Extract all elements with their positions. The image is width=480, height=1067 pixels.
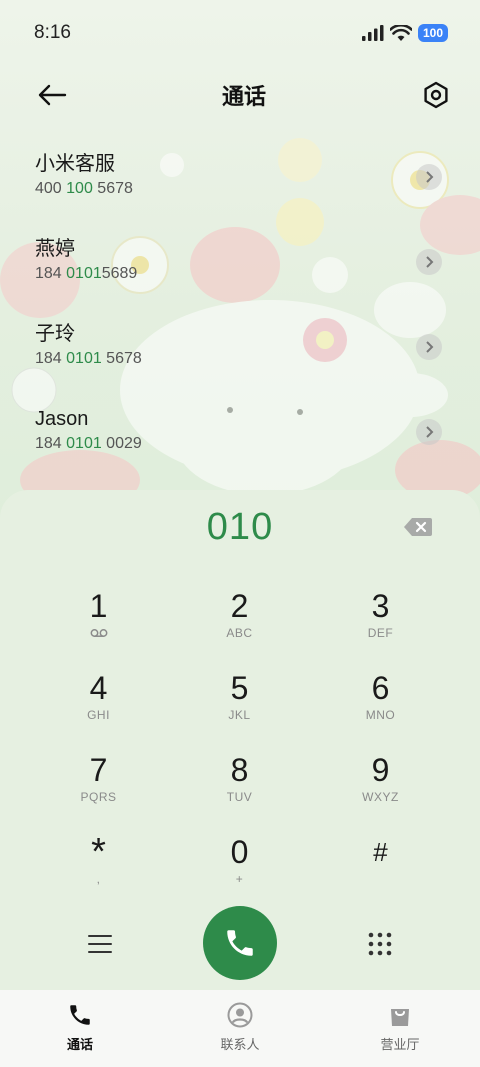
nav-item-calls[interactable]: 通话 (0, 990, 160, 1067)
dialer-panel: 010 1 2 ABC 3 DEF 4 GHI 5 JKL 6 MNO 7 PQ… (0, 490, 480, 990)
contact-suggestions: 小米客服 400 100 5678 燕婷 184 01015689 子玲 184… (0, 140, 480, 480)
nav-label: 营业厅 (380, 1037, 420, 1052)
key-0[interactable]: 0 + (169, 826, 310, 908)
status-time: 8:16 (34, 22, 71, 43)
key-digit: 8 (230, 752, 249, 788)
contact-row[interactable]: 子玲 184 0101 5678 (0, 310, 480, 395)
contact-name: 燕婷 (35, 238, 75, 260)
menu-button[interactable] (78, 922, 122, 966)
key-letters: ABC (226, 626, 253, 640)
key-4[interactable]: 4 GHI (28, 662, 169, 744)
contact-row[interactable]: 燕婷 184 01015689 (0, 225, 480, 310)
key-1[interactable]: 1 (28, 580, 169, 662)
key-letters: PQRS (80, 790, 117, 804)
chevron-right-icon (426, 426, 434, 438)
dialpad-grid-icon (368, 932, 392, 956)
key-6[interactable]: 6 MNO (310, 662, 451, 744)
contact-detail-button[interactable] (416, 334, 442, 360)
key-digit: 9 (371, 752, 390, 788)
chevron-right-icon (426, 256, 434, 268)
key-letters: WXYZ (362, 790, 399, 804)
key-star[interactable]: * , (28, 826, 169, 908)
call-button[interactable] (203, 906, 277, 980)
chevron-right-icon (426, 341, 434, 353)
key-letters: MNO (365, 708, 396, 722)
keypad-toggle-button[interactable] (358, 922, 402, 966)
key-8[interactable]: 8 TUV (169, 744, 310, 826)
battery-indicator: 100 (417, 24, 448, 42)
nav-label: 通话 (66, 1037, 93, 1052)
key-digit: 2 (230, 588, 249, 624)
key-letters: , (96, 872, 101, 886)
key-hash[interactable]: # (310, 826, 451, 908)
hamburger-menu-icon (88, 935, 112, 953)
key-letters: DEF (367, 626, 394, 640)
keypad: 1 2 ABC 3 DEF 4 GHI 5 JKL 6 MNO 7 PQRS 8… (28, 580, 452, 908)
status-bar: 8:16 100 (0, 0, 480, 66)
bag-icon (391, 1009, 409, 1026)
person-icon (227, 1002, 253, 1028)
contact-detail-button[interactable] (416, 164, 442, 190)
contact-number: 184 0101 0029 (35, 435, 142, 452)
page-title: 通话 (221, 84, 266, 109)
nav-item-service-hall[interactable]: 营业厅 (320, 990, 480, 1067)
signal-icon (361, 25, 384, 41)
nav-label: 联系人 (220, 1037, 260, 1052)
key-letters: + (235, 872, 244, 886)
key-2[interactable]: 2 ABC (169, 580, 310, 662)
key-digit: 4 (89, 670, 108, 706)
contact-number: 400 100 5678 (35, 180, 133, 197)
key-digit: 6 (371, 670, 390, 706)
contact-number: 184 01015689 (35, 265, 138, 282)
phone-icon (70, 1005, 90, 1025)
backspace-button[interactable] (400, 510, 436, 544)
contact-name: 小米客服 (35, 153, 115, 175)
key-digit: 5 (230, 670, 249, 706)
contact-detail-button[interactable] (416, 249, 442, 275)
key-letters: TUV (226, 790, 253, 804)
key-7[interactable]: 7 PQRS (28, 744, 169, 826)
back-button[interactable] (30, 73, 74, 117)
settings-button[interactable] (414, 73, 458, 117)
chevron-right-icon (426, 171, 434, 183)
key-5[interactable]: 5 JKL (169, 662, 310, 744)
key-letters: JKL (228, 708, 251, 722)
contact-name: Jason (35, 408, 89, 430)
header: 通话 (0, 66, 480, 124)
key-letters: GHI (87, 708, 110, 722)
dialer-controls (0, 904, 480, 984)
voicemail-icon (90, 629, 107, 637)
contact-detail-button[interactable] (416, 419, 442, 445)
backspace-icon (404, 518, 432, 536)
contact-row[interactable]: 小米客服 400 100 5678 (0, 140, 480, 225)
key-digit: 0 (230, 834, 249, 870)
wifi-icon (389, 24, 412, 41)
phone-icon (227, 930, 253, 956)
contact-number: 184 0101 5678 (35, 350, 142, 367)
bottom-nav: 通话 联系人 营业厅 (0, 990, 480, 1067)
key-3[interactable]: 3 DEF (310, 580, 451, 662)
key-digit: 7 (89, 752, 108, 788)
contact-name: 子玲 (35, 323, 75, 345)
nav-item-contacts[interactable]: 联系人 (160, 990, 320, 1067)
back-arrow-icon (38, 84, 67, 106)
key-9[interactable]: 9 WXYZ (310, 744, 451, 826)
key-digit: * (91, 831, 106, 873)
contact-row[interactable]: Jason 184 0101 0029 (0, 395, 480, 480)
status-icons: 100 (361, 24, 448, 42)
gear-icon (424, 81, 448, 109)
key-digit: # (373, 837, 388, 867)
key-digit: 1 (89, 588, 108, 624)
key-digit: 3 (371, 588, 390, 624)
